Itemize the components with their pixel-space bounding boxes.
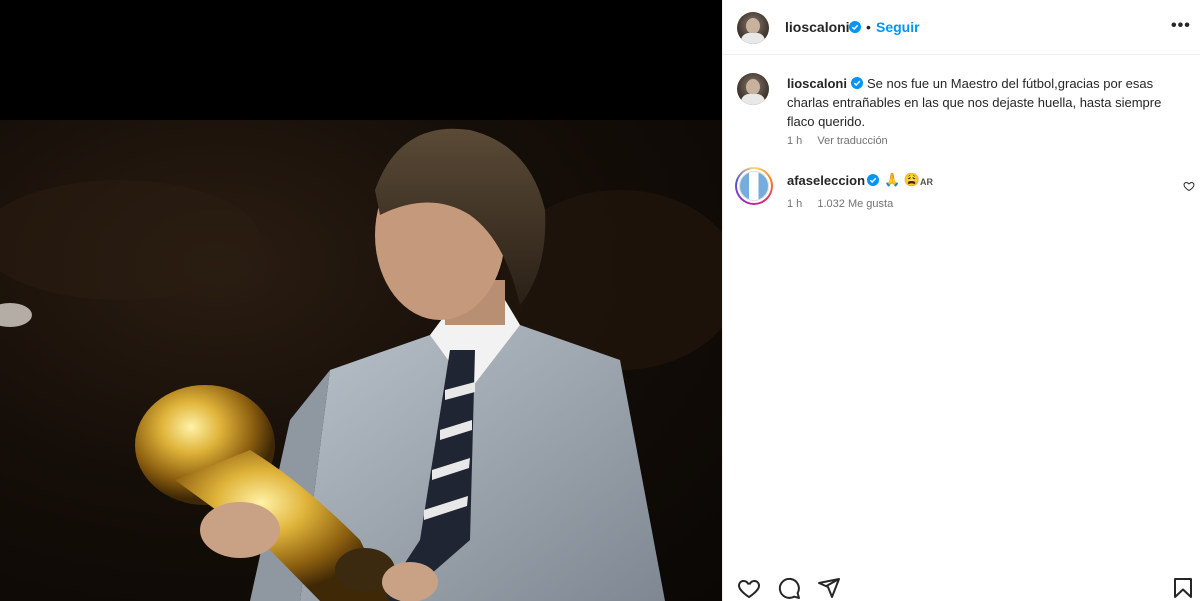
see-translation-link[interactable]: Ver traducción [817, 135, 887, 147]
caption-time[interactable]: 1 h [787, 135, 802, 147]
verified-badge-icon [849, 21, 861, 33]
heart-icon[interactable] [737, 576, 761, 600]
bookmark-icon[interactable] [1171, 576, 1195, 600]
comment-icon[interactable] [777, 576, 801, 600]
author-username[interactable]: lioscaloni [785, 19, 850, 35]
comment-avatar[interactable] [735, 167, 773, 205]
afa-crest-icon [739, 171, 769, 201]
caption: lioscaloni Se nos fue un Maestro del fútb… [787, 74, 1187, 131]
author-avatar[interactable] [737, 12, 769, 44]
caption-meta: 1 h Ver traducción [787, 135, 900, 147]
caption-username[interactable]: lioscaloni [787, 76, 847, 91]
share-icon[interactable] [817, 576, 841, 600]
comment-meta: 1 h 1.032 Me gusta [787, 198, 905, 210]
verified-badge-icon [850, 77, 863, 89]
post-side-panel: lioscaloni • Seguir ••• lioscaloni Se nos… [722, 0, 1200, 601]
more-options-button[interactable]: ••• [1171, 17, 1191, 35]
comment-likes[interactable]: 1.032 Me gusta [817, 198, 893, 210]
comment-time[interactable]: 1 h [787, 198, 802, 210]
photo-illustration [0, 128, 722, 601]
comment-username[interactable]: afaseleccion [787, 173, 865, 188]
comment-like-heart-icon[interactable] [1183, 180, 1195, 192]
verified-badge-icon [867, 174, 879, 186]
post-action-bar [723, 570, 1200, 601]
post-photo[interactable] [0, 120, 722, 601]
follow-button[interactable]: Seguir [876, 19, 920, 35]
post-header: lioscaloni • Seguir ••• [723, 0, 1200, 55]
separator-dot: • [866, 19, 871, 35]
caption-avatar[interactable] [737, 73, 769, 105]
comment-flag-label: AR [920, 177, 933, 187]
post-media-panel [0, 0, 722, 601]
comment-emojis: 🙏 😩 [884, 172, 920, 187]
